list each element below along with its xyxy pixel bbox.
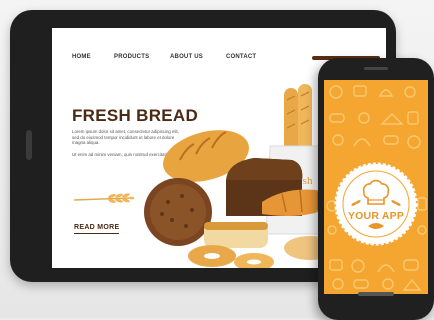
phone-device: YOUR APP (318, 58, 434, 320)
nav-home-link[interactable]: HOME (72, 54, 91, 60)
scene-background: HOME PRODUCTS ABOUT US CONTACT FRESH BRE… (0, 0, 434, 320)
app-badge (334, 162, 418, 246)
nav-products-link[interactable]: PRODUCTS (114, 54, 149, 60)
phone-screen: YOUR APP (324, 80, 428, 294)
app-name-text: YOUR APP (347, 210, 405, 222)
phone-speaker (364, 67, 388, 70)
nav-about-link[interactable]: ABOUT US (170, 54, 203, 60)
phone-home-indicator[interactable] (358, 290, 394, 298)
wheat-icon (73, 193, 134, 204)
nav-contact-link[interactable]: CONTACT (226, 54, 256, 60)
read-more-link[interactable]: READ MORE (74, 224, 120, 234)
tablet-home-button[interactable] (26, 130, 32, 160)
